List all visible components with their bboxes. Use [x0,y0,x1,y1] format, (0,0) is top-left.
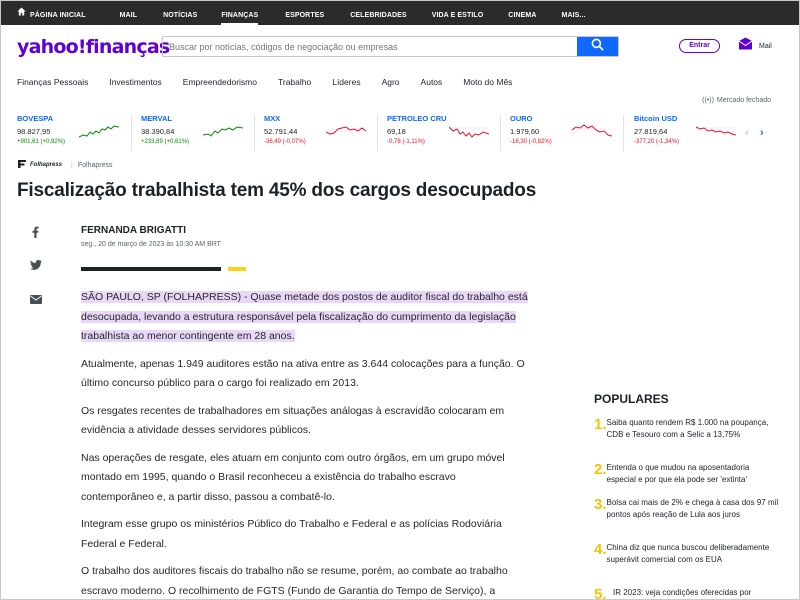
page: PÁGINA INICIAL MAIL NOTÍCIAS FINANÇAS ES… [0,0,800,600]
subnav-trabalho[interactable]: Trabalho [278,77,311,87]
popular-link[interactable]: Bolsa cai mais de 2% e chega à casa dos … [607,497,779,521]
mail-icon [738,37,753,55]
sparkline [449,126,489,138]
twitter-icon[interactable] [30,257,42,275]
article-paragraph: O trabalho dos auditores fiscais do trab… [81,565,508,597]
popular-rank: 3. [594,496,607,513]
chevron-left-icon[interactable]: ‹ [745,127,749,139]
ticker-bovespa[interactable]: BOVESPA 98.827,95 +901,61 (+0,92%) [17,114,137,154]
popular-item[interactable]: 5. IR 2023: veja condições oferecidas po… [594,587,779,600]
ticker-value: 52.791,44 [264,127,298,136]
article-paragraph: Atualmente, apenas 1.949 auditores estão… [81,357,525,390]
ticker-change: +901,61 (+0,92%) [17,139,66,145]
ticker-value: 27.819,64 [634,127,668,136]
sparkline [326,126,366,135]
search-input[interactable] [163,37,577,56]
subnav-empreendedorismo[interactable]: Empreendedorismo [183,77,257,87]
ticker-ouro[interactable]: OURO 1.979,60 -16,30 (-0,82%) [510,114,630,154]
sparkline [696,126,736,136]
top-nav: PÁGINA INICIAL MAIL NOTÍCIAS FINANÇAS ES… [1,1,799,25]
divider-accent [228,267,246,271]
ticker-name: PETROLEO CRU [387,114,447,123]
source-name[interactable]: Folhapress [78,162,113,169]
home-icon[interactable] [17,7,26,19]
subnav-moto-do-mes[interactable]: Moto do Mês [463,77,512,87]
ticker-petroleo[interactable]: PETROLEO CRU 69,18 -0,78 (-1,11%) [387,114,507,154]
ticker-mxx[interactable]: MXX 52.791,44 -36,49 (-0,07%) [264,114,384,154]
popular-item[interactable]: 4. China diz que nunca buscou deliberada… [594,542,779,566]
popular-link[interactable]: Entenda o que mudou na aposentadoria esp… [607,462,779,486]
ticker-value: 38.390,84 [141,127,175,136]
email-icon[interactable] [30,291,42,309]
popular-item[interactable]: 1. Saiba quanto rendem R$ 1.000 na poupa… [594,417,779,441]
market-tickers: ((•)) Mercado fechado BOVESPA 98.827,95 +… [1,95,799,159]
sparkline [203,126,243,137]
ticker-change: +233,89 (+0,61%) [141,139,190,145]
popular-rank: 1. [594,416,607,433]
popular-link[interactable]: IR 2023: veja condições oferecidas por [613,587,751,599]
popular-link[interactable]: China diz que nunca buscou deliberadamen… [607,542,779,566]
article-source: Folhapress | Folhapress [17,159,112,171]
popular-heading: POPULARES [594,392,669,406]
ticker-name: BOVESPA [17,114,54,123]
search-icon [591,38,604,56]
subnav-financas-pessoais[interactable]: Finanças Pessoais [17,77,88,87]
subnav-autos[interactable]: Autos [421,77,443,87]
ticker-name: OURO [510,114,533,123]
ticker-merval[interactable]: MERVAL 38.390,84 +233,89 (+0,61%) [141,114,261,154]
source-logo-text: Folhapress [30,162,63,168]
article-author[interactable]: FERNANDA BRIGATTI [81,225,186,236]
ticker-change: -0,78 (-1,11%) [387,139,425,145]
ticker-value: 1.979,60 [510,127,540,136]
section-nav: Finanças Pessoais Investimentos Empreend… [1,69,799,95]
ticker-name: MERVAL [141,114,172,123]
popular-rank: 2. [594,461,607,478]
chevron-right-icon[interactable]: › [760,127,764,139]
market-status: ((•)) Mercado fechado [702,97,771,104]
divider-bar [81,267,221,271]
ticker-value: 69,18 [387,127,406,136]
search-bar [162,36,619,57]
ticker-change: -36,49 (-0,07%) [264,139,306,145]
ticker-change: -16,30 (-0,82%) [510,139,552,145]
folhapress-logo-icon [17,159,27,171]
article-paragraph: SÃO PAULO, SP (FOLHAPRESS) - Quase metad… [81,291,528,342]
ticker-name: MXX [264,114,281,123]
search-button[interactable] [577,37,618,56]
sparkline [572,124,612,137]
popular-link[interactable]: Saiba quanto rendem R$ 1.000 na poupança… [607,417,779,441]
signin-button[interactable]: Entrar [679,39,720,53]
popular-rank: 5. [594,586,607,600]
broadcast-icon: ((•)) [702,97,714,104]
facebook-icon[interactable] [32,225,39,243]
subnav-agro[interactable]: Agro [382,77,400,87]
article-title: Fiscalização trabalhista tem 45% dos car… [17,180,537,201]
header: yahoo!finanças Entrar Mail [1,25,799,69]
ticker-change: -377,20 (-1,34%) [634,139,680,145]
sparkline [79,125,119,138]
ticker-name: Bitcoin USD [634,114,678,123]
popular-item[interactable]: 2. Entenda o que mudou na aposentadoria … [594,462,779,486]
article-paragraph: Os resgates recentes de trabalhadores em… [81,404,505,437]
subnav-investimentos[interactable]: Investimentos [109,77,161,87]
yahoo-financas-logo[interactable]: yahoo!finanças [17,36,170,58]
popular-item[interactable]: 3. Bolsa cai mais de 2% e chega à casa d… [594,497,779,521]
popular-rank: 4. [594,541,607,558]
article-date: seg., 20 de março de 2023 às 10:30 AM BR… [81,241,221,248]
mail-label: Mail [759,42,772,50]
ticker-bitcoin[interactable]: Bitcoin USD 27.819,64 -377,20 (-1,34%) [634,114,754,154]
article-paragraph: Nas operações de resgate, eles atuam em … [81,451,505,503]
article-body: SÃO PAULO, SP (FOLHAPRESS) - Quase metad… [81,288,531,599]
subnav-lideres[interactable]: Líderes [332,77,360,87]
mail-link[interactable]: Mail [738,37,772,55]
ticker-value: 98.827,95 [17,127,51,136]
article-paragraph: Integram esse grupo os ministérios Públi… [81,518,502,550]
